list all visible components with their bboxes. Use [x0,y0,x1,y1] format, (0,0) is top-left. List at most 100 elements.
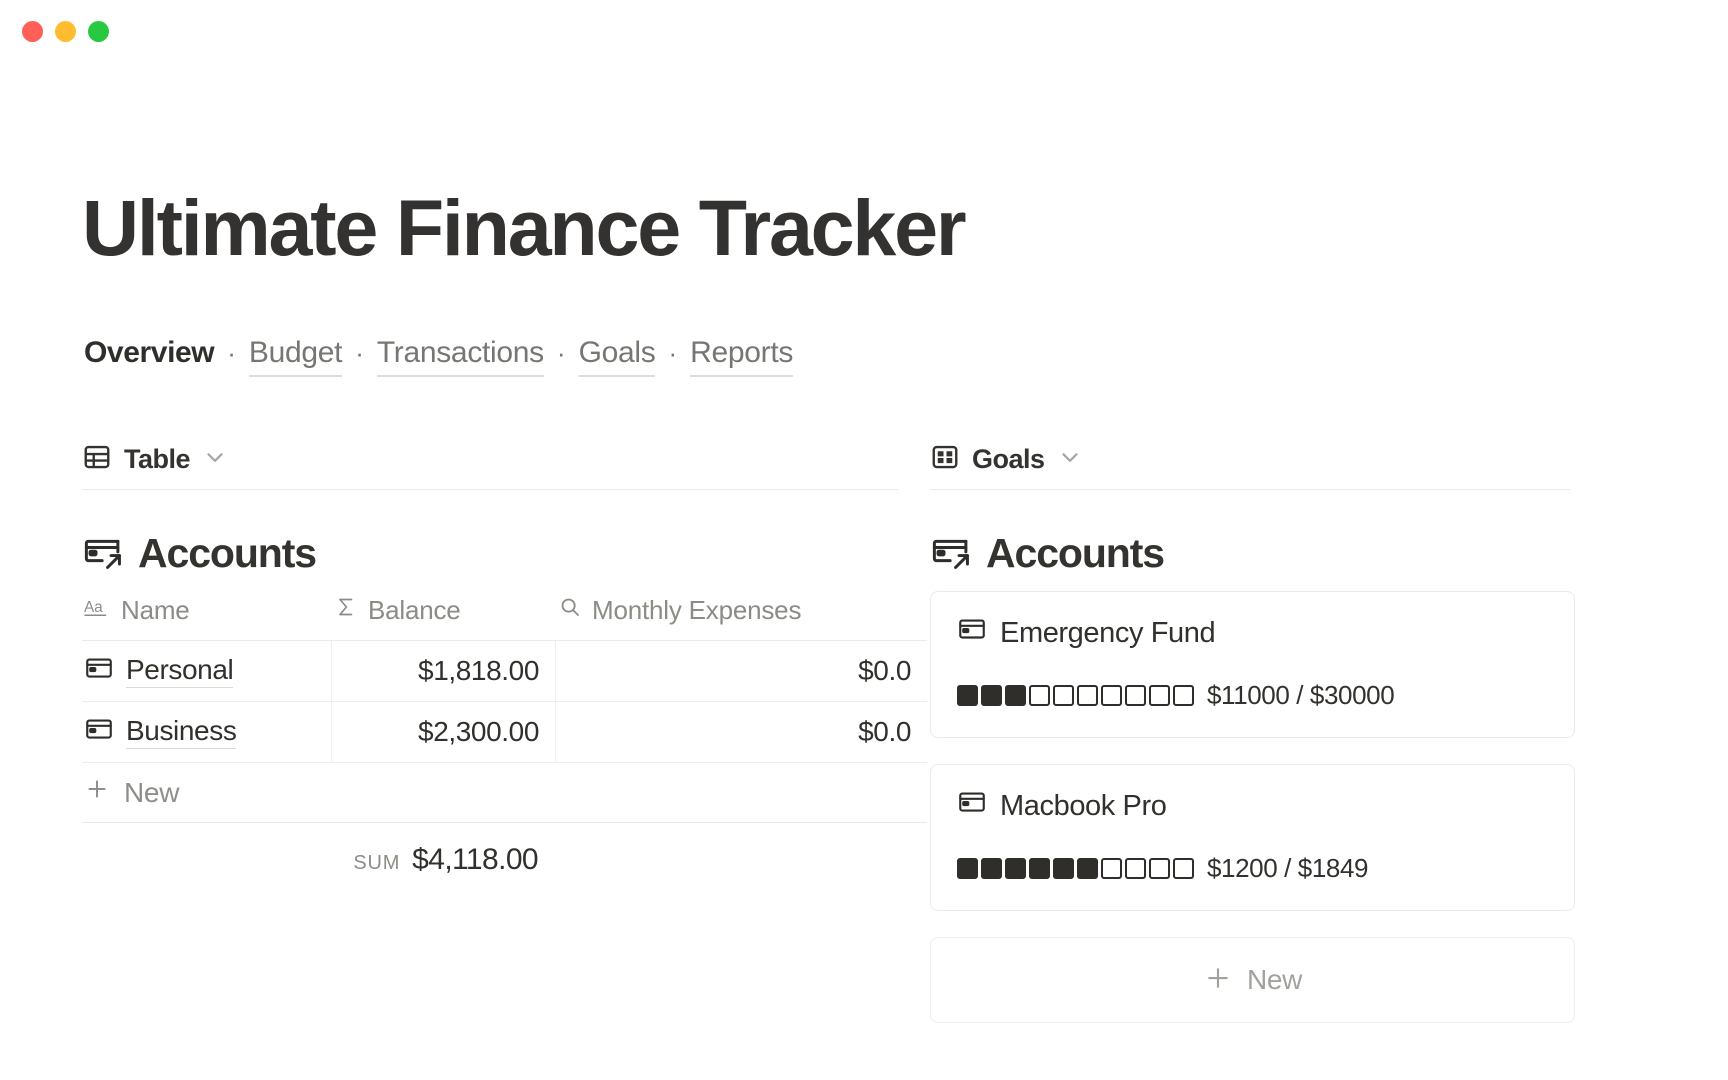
progress-pip-empty [1077,685,1098,706]
gallery-icon [930,442,960,477]
card-icon [84,714,114,751]
sum-label: SUM [353,852,401,874]
progress-pip-filled [1029,858,1050,879]
goal-progress-row: $11000 / $30000 [957,680,1548,711]
goal-card-title: Emergency Fund [1000,616,1216,649]
plus-icon [1203,963,1233,998]
progress-pip-empty [1101,858,1122,879]
cell-name[interactable]: Business [82,702,332,762]
progress-pip-filled [957,685,978,706]
progress-pip-filled [1005,685,1026,706]
chevron-down-icon[interactable] [1057,444,1083,475]
nav-item-reports[interactable]: Reports [690,334,793,377]
cell-name-text[interactable]: Personal [126,654,234,688]
progress-pip-filled [957,858,978,879]
goal-card[interactable]: Macbook Pro $1200 / $1849 [930,764,1575,911]
page-nav: Overview · Budget · Transactions · Goals… [84,334,793,377]
card-icon [84,653,114,690]
database-name: Accounts [138,530,317,576]
card-icon [957,787,987,825]
cell-balance[interactable]: $1,818.00 [332,641,556,701]
card-icon [957,614,987,652]
progress-pip-empty [1173,685,1194,706]
table-row[interactable]: Personal $1,818.00 $0.0 [82,641,927,702]
column-header-balance[interactable]: Balance [332,589,556,640]
nav-item-budget[interactable]: Budget [248,334,342,377]
table-sum-footer[interactable]: SUM $4,118.00 [82,823,556,877]
progress-pip-empty [1173,858,1194,879]
app-window: Ultimate Finance Tracker Overview · Budg… [0,0,1728,1080]
goal-new-card-button[interactable]: New [930,937,1575,1023]
nav-item-transactions[interactable]: Transactions [376,334,544,377]
cell-monthly-expenses[interactable]: $0.0 [556,702,927,762]
goal-progress-pips [957,858,1194,879]
card-link-icon [82,530,124,577]
svg-text:Aa: Aa [84,599,103,616]
nav-separator: · [355,338,364,368]
table-icon [82,442,112,477]
nav-item-overview[interactable]: Overview [84,334,215,372]
table-new-row-button[interactable]: New [82,763,927,823]
goal-progress-text: $11000 / $30000 [1207,680,1395,710]
column-header-label: Name [121,595,190,625]
nav-separator: · [227,338,236,368]
content-columns: Table Accounts Aa Name Balance Monthly E… [0,442,1728,1023]
progress-pip-empty [1125,858,1146,879]
goal-new-card-label: New [1246,964,1303,995]
plus-icon [84,776,110,809]
goal-progress-pips [957,685,1194,706]
progress-pip-empty [1149,685,1170,706]
search-icon [558,595,582,626]
minimize-button[interactable] [55,20,76,42]
goal-card-list: Emergency Fund $11000 / $30000 Macbook P… [930,591,1575,1023]
database-title-accounts-right[interactable]: Accounts [930,530,1570,577]
page-title: Ultimate Finance Tracker [82,183,967,272]
chevron-down-icon[interactable] [202,444,228,475]
table-header-row: Aa Name Balance Monthly Expenses [82,589,927,641]
nav-separator: · [556,338,566,368]
progress-pip-empty [1053,685,1074,706]
goal-card[interactable]: Emergency Fund $11000 / $30000 [930,591,1575,738]
maximize-button[interactable] [88,20,109,42]
table-row[interactable]: Business $2,300.00 $0.0 [82,702,927,763]
view-switcher-goals[interactable]: Goals [930,442,1570,490]
progress-pip-filled [1005,858,1026,879]
close-button[interactable] [22,20,43,42]
goal-progress-text: $1200 / $1849 [1207,853,1369,883]
cell-name[interactable]: Personal [82,641,332,701]
progress-pip-empty [1149,858,1170,879]
nav-item-goals[interactable]: Goals [578,334,656,377]
nav-separator: · [668,338,678,368]
text-aa-icon: Aa [84,595,111,626]
accounts-table: Aa Name Balance Monthly Expenses Persona… [82,589,927,877]
progress-pip-empty [1101,685,1122,706]
column-header-label: Balance [368,595,461,625]
progress-pip-filled [1077,858,1098,879]
page-content: Ultimate Finance Tracker Overview · Budg… [0,62,1728,1080]
progress-pip-empty [1125,685,1146,706]
cell-monthly-expenses[interactable]: $0.0 [556,641,927,701]
column-header-name[interactable]: Aa Name [82,589,332,640]
right-column: Goals Accounts Emergency Fund $11000 / $… [930,442,1630,1023]
view-switcher-label: Goals [972,444,1045,474]
database-title-accounts-left[interactable]: Accounts [82,530,898,577]
progress-pip-empty [1029,685,1050,706]
window-traffic-lights [22,20,109,42]
column-header-label: Monthly Expenses [592,595,802,625]
database-name: Accounts [986,530,1165,576]
progress-pip-filled [1053,858,1074,879]
cell-balance[interactable]: $2,300.00 [332,702,556,762]
window-titlebar [0,0,1728,62]
left-column: Table Accounts Aa Name Balance Monthly E… [0,442,930,1023]
goal-card-title-row: Emergency Fund [957,614,1548,652]
sum-value: $4,118.00 [412,843,538,876]
column-header-monthly-expenses[interactable]: Monthly Expenses [556,589,927,640]
view-switcher-label: Table [124,444,191,474]
sigma-icon [334,595,358,626]
goal-progress-row: $1200 / $1849 [957,853,1548,884]
cell-name-text[interactable]: Business [126,715,237,749]
progress-pip-filled [981,685,1002,706]
goal-card-title: Macbook Pro [1000,789,1167,822]
view-switcher-table[interactable]: Table [82,442,898,490]
goal-card-title-row: Macbook Pro [957,787,1548,825]
